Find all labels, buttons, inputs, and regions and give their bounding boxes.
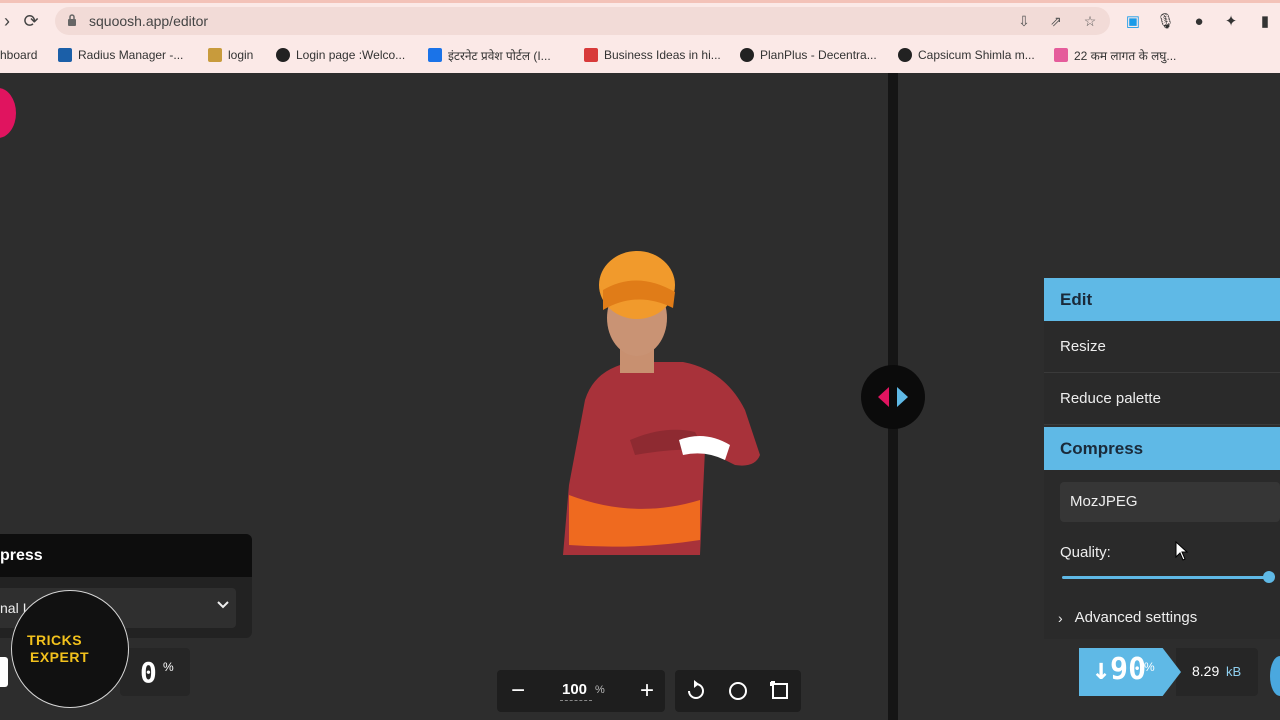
puzzle-icon[interactable]: ✦ bbox=[1222, 13, 1240, 31]
rotate-button[interactable] bbox=[675, 670, 717, 712]
edit-section: Edit Resize Reduce palette bbox=[1044, 278, 1280, 425]
split-slider-handle[interactable] bbox=[861, 365, 925, 429]
quality-slider-thumb[interactable] bbox=[1263, 571, 1275, 583]
side-by-side-button[interactable] bbox=[759, 670, 801, 712]
reload-icon[interactable]: ⟳ bbox=[20, 10, 42, 32]
advanced-settings-label: Advanced settings bbox=[1074, 609, 1198, 626]
extension-translate-icon[interactable]: ▣ bbox=[1124, 13, 1142, 31]
bookmark-label: PlanPlus - Decentra... bbox=[760, 48, 877, 62]
chevron-down-icon bbox=[217, 601, 229, 609]
quality-slider-track[interactable] bbox=[1062, 576, 1274, 579]
globe-icon bbox=[740, 48, 754, 62]
bookmark-item[interactable]: Radius Manager -... bbox=[58, 46, 183, 64]
output-size-value: 8.29 bbox=[1192, 663, 1220, 679]
zoom-out-button[interactable]: − bbox=[497, 670, 539, 712]
bookmark-label: Business Ideas in hi... bbox=[604, 48, 721, 62]
split-arrows-icon bbox=[878, 387, 908, 407]
mouse-cursor-icon bbox=[1175, 541, 1189, 561]
output-size-unit: kB bbox=[1226, 664, 1242, 679]
rotate-icon bbox=[688, 680, 704, 699]
bookmark-item[interactable]: Capsicum Shimla m... bbox=[898, 46, 1035, 64]
compress-header: Compress bbox=[1044, 427, 1280, 470]
bookmark-item[interactable]: इंटरनेट प्रवेश पोर्टल (I... bbox=[428, 46, 551, 64]
tab-strip bbox=[0, 0, 1280, 3]
watermark-line1: TRICKS bbox=[27, 632, 83, 648]
edit-header: Edit bbox=[1044, 278, 1280, 321]
install-icon[interactable]: ⇩ bbox=[1015, 12, 1033, 30]
zoom-value[interactable]: 100 bbox=[562, 681, 587, 698]
savings-percent: ↓90 bbox=[1092, 652, 1147, 687]
url-text[interactable]: squoosh.app/editor bbox=[89, 13, 208, 29]
compress-section: Compress bbox=[1044, 427, 1280, 639]
login-icon bbox=[208, 48, 222, 62]
bookmark-label: इंटरनेट प्रवेश पोर्टल (I... bbox=[448, 48, 551, 63]
left-percent: 0 bbox=[140, 656, 157, 689]
con-icon bbox=[1054, 48, 1068, 62]
quality-label: Quality: bbox=[1060, 544, 1111, 561]
extension-y-icon[interactable]: ● bbox=[1190, 13, 1208, 31]
zoom-in-button[interactable]: + bbox=[626, 670, 668, 712]
microphone-icon[interactable]: 🎙 bbox=[1156, 13, 1175, 31]
lock-icon bbox=[68, 14, 76, 26]
bookmark-label: hboard bbox=[0, 48, 38, 62]
address-bar[interactable]: squoosh.app/editor ⇩ ⇗ ☆ bbox=[55, 7, 1110, 35]
zoom-unit: % bbox=[595, 684, 605, 696]
bookmark-item[interactable]: PlanPlus - Decentra... bbox=[740, 46, 877, 64]
chevron-right-icon: › bbox=[1058, 609, 1063, 626]
bookmark-label: 22 कम लागत के लघु... bbox=[1074, 48, 1177, 63]
background-toggle-button[interactable] bbox=[717, 670, 759, 712]
bookmark-label: Login page :Welco... bbox=[296, 48, 406, 62]
globe-icon bbox=[276, 48, 290, 62]
sidebar-icon[interactable]: ▮ bbox=[1256, 13, 1274, 31]
bookmark-label: Radius Manager -... bbox=[78, 48, 184, 62]
radius-icon bbox=[58, 48, 72, 62]
bookmark-item[interactable]: Login page :Welco... bbox=[276, 46, 405, 64]
bookmark-item[interactable]: hboard bbox=[0, 46, 37, 64]
bookmarks-bar: hboard Radius Manager -... login Login p… bbox=[0, 40, 1280, 70]
star-icon[interactable]: ☆ bbox=[1081, 12, 1099, 30]
business-icon bbox=[584, 48, 598, 62]
circle-icon bbox=[729, 682, 747, 700]
left-percent-sign: % bbox=[163, 660, 174, 674]
bookmark-item[interactable]: 22 कम लागत के लघु... bbox=[1054, 46, 1176, 64]
savings-percent-sign: % bbox=[1144, 660, 1155, 674]
resize-option[interactable]: Resize bbox=[1044, 321, 1280, 373]
bookmark-label: Capsicum Shimla m... bbox=[918, 48, 1035, 62]
crop-icon bbox=[770, 681, 788, 699]
encoder-select[interactable]: MozJPEG bbox=[1060, 482, 1280, 522]
share-icon[interactable]: ⇗ bbox=[1047, 12, 1065, 30]
portal-icon bbox=[428, 48, 442, 62]
bookmark-item[interactable]: Business Ideas in hi... bbox=[584, 46, 721, 64]
browser-chrome: › ⟳ squoosh.app/editor ⇩ ⇗ ☆ ▣ 🎙 ● ✦ ▮ h… bbox=[0, 0, 1280, 74]
bookmark-item[interactable]: login bbox=[208, 46, 253, 64]
bookmark-label: login bbox=[228, 48, 254, 62]
edited-image bbox=[563, 251, 760, 555]
address-row: › ⟳ squoosh.app/editor ⇩ ⇗ ☆ ▣ 🎙 ● ✦ ▮ bbox=[0, 4, 1280, 38]
left-compress-header: press bbox=[0, 534, 252, 577]
reduce-palette-option[interactable]: Reduce palette bbox=[1044, 373, 1280, 425]
forward-icon[interactable]: › bbox=[0, 10, 18, 32]
advanced-settings-toggle[interactable]: › Advanced settings bbox=[1058, 609, 1197, 626]
globe-icon bbox=[898, 48, 912, 62]
zoom-value-underline bbox=[560, 700, 592, 701]
left-download-button[interactable] bbox=[0, 657, 8, 687]
watermark-line2: EXPERT bbox=[30, 649, 90, 665]
